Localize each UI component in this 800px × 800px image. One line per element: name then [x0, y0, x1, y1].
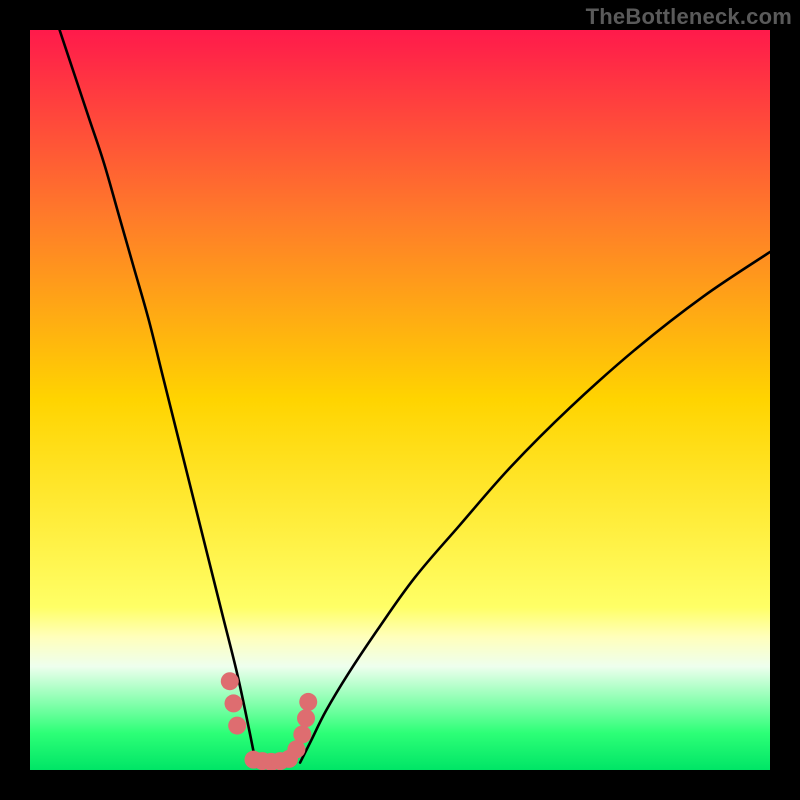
attribution-label: TheBottleneck.com	[586, 4, 792, 30]
dot	[293, 725, 311, 743]
left-curve	[60, 30, 256, 763]
dot	[297, 709, 315, 727]
dot	[228, 717, 246, 735]
dot	[225, 694, 243, 712]
bottom-dot-cluster	[221, 672, 317, 770]
dot	[221, 672, 239, 690]
right-curve	[300, 252, 770, 763]
curve-layer	[30, 30, 770, 770]
chart-frame: TheBottleneck.com	[0, 0, 800, 800]
plot-area	[30, 30, 770, 770]
dot	[299, 693, 317, 711]
